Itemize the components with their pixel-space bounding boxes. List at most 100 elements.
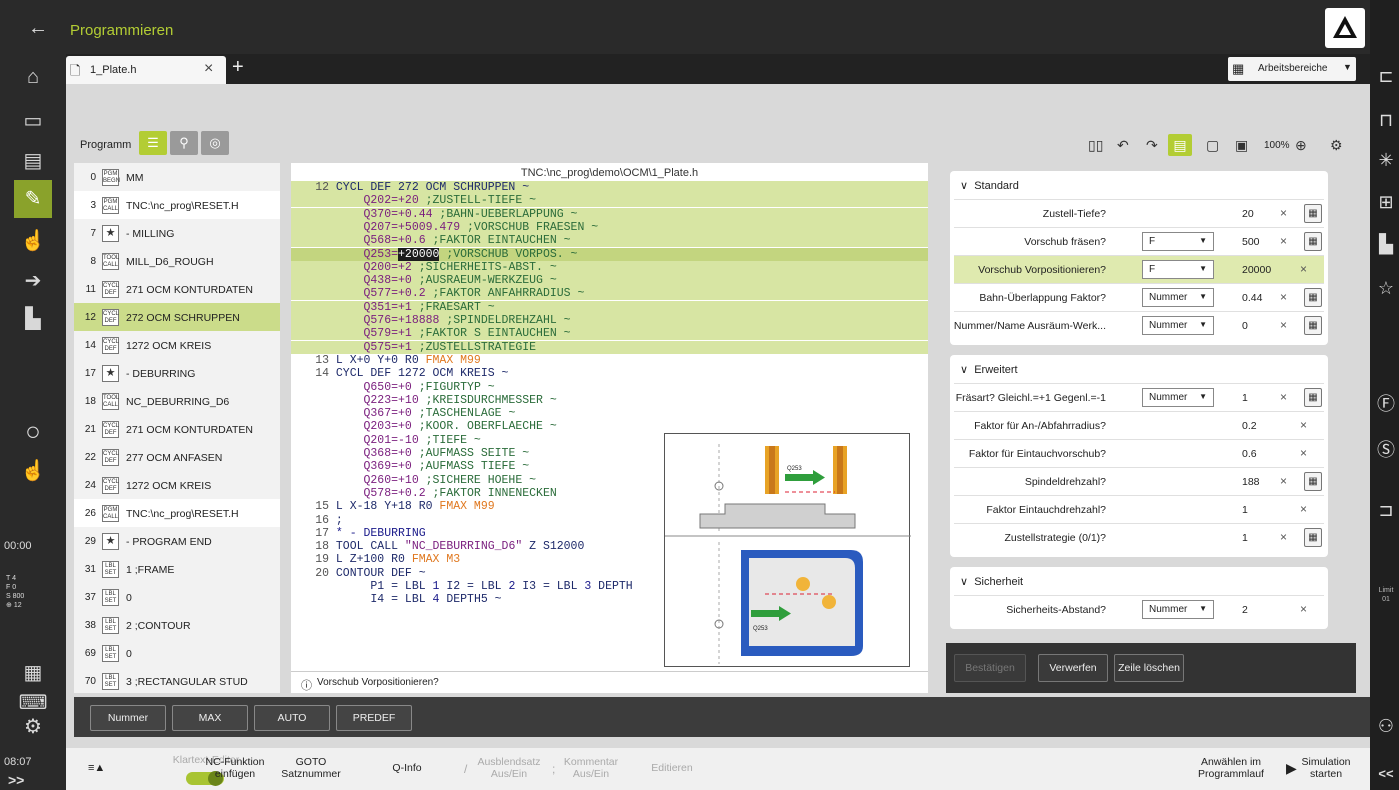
discard-button[interactable]: Verwerfen: [1038, 654, 1108, 682]
structure-item[interactable]: 14 CYCL DEF 1272 OCM KREIS: [74, 331, 280, 361]
field-value[interactable]: 0.6: [1242, 448, 1257, 460]
field-value[interactable]: 20: [1242, 208, 1254, 220]
unit-select[interactable]: Nummer ▼: [1142, 388, 1214, 407]
delete-line-button[interactable]: Zeile löschen: [1114, 654, 1184, 682]
code-line[interactable]: Q200=+2 ;SICHERHEITS-ABST. ~: [291, 260, 928, 274]
list-view-button[interactable]: ☰: [139, 131, 167, 155]
code-line[interactable]: Q650=+0 ;FIGURTYP ~: [291, 381, 928, 394]
save-icon[interactable]: ▢: [1206, 137, 1219, 154]
field-value[interactable]: 2: [1242, 604, 1248, 616]
code-line[interactable]: Q203=+0 ;KOOR. OBERFLAECHE ~: [291, 420, 928, 433]
plug-icon[interactable]: ⊏: [1374, 66, 1398, 87]
add-tab-icon[interactable]: +: [232, 56, 244, 79]
clear-icon[interactable]: ×: [1280, 290, 1287, 304]
compare-icon[interactable]: ▯▯: [1088, 137, 1103, 154]
calculator-icon[interactable]: ▦: [1304, 232, 1322, 251]
calculator-icon[interactable]: ▦: [1304, 204, 1322, 223]
field-value[interactable]: 0.2: [1242, 420, 1257, 432]
goto-button[interactable]: GOTO Satznummer: [276, 756, 346, 780]
unit-select[interactable]: Nummer ▼: [1142, 316, 1214, 335]
structure-item[interactable]: 21 CYCL DEF 271 OCM KONTURDATEN: [74, 415, 280, 445]
feed-override-icon[interactable]: Ⓕ: [1374, 390, 1398, 416]
settings-gear-icon[interactable]: ⚙: [18, 712, 48, 742]
workspaces-button[interactable]: ▦ Arbeitsbereiche ▼: [1228, 57, 1356, 81]
table-icon[interactable]: ▤: [18, 146, 48, 176]
structure-item[interactable]: 3 PGM CALL TNC:\nc_prog\RESET.H: [74, 191, 280, 221]
redo-icon[interactable]: ↷: [1146, 137, 1158, 154]
save-as-icon[interactable]: ▣: [1235, 137, 1248, 154]
form-row[interactable]: Faktor Eintauchdrehzahl? 1 ×: [954, 495, 1324, 523]
clear-icon[interactable]: ×: [1280, 530, 1287, 544]
field-value[interactable]: 1: [1242, 532, 1248, 544]
form-row[interactable]: Vorschub fräsen? F ▼ 500 × ▦: [954, 227, 1324, 255]
structure-item[interactable]: 31 LBL SET 1 ;FRAME: [74, 555, 280, 585]
structure-item[interactable]: 11 CYCL DEF 271 OCM KONTURDATEN: [74, 275, 280, 305]
structure-item[interactable]: 24 CYCL DEF 1272 OCM KREIS: [74, 471, 280, 501]
clear-icon[interactable]: ×: [1280, 474, 1287, 488]
user-icon[interactable]: ⚇: [1374, 716, 1398, 737]
code-line[interactable]: Q576=+18888 ;SPINDELDREHZAHL ~: [291, 314, 928, 327]
search-button[interactable]: ⚲: [170, 131, 198, 155]
clear-icon[interactable]: ×: [1280, 206, 1287, 220]
code-line[interactable]: Q370=+0.44 ;BAHN-UEBERLAPPUNG ~: [291, 207, 928, 221]
confirm-button[interactable]: Bestätigen: [954, 654, 1026, 682]
structure-item[interactable]: 22 CYCL DEF 277 OCM ANFASEN: [74, 443, 280, 473]
clear-icon[interactable]: ×: [1300, 602, 1307, 616]
manual-mode-icon[interactable]: ☝: [18, 226, 48, 256]
field-value[interactable]: 500: [1242, 236, 1260, 248]
nc-editor[interactable]: TNC:\nc_prog\demo\OCM\1_Plate.h 12 CYCL …: [291, 163, 928, 693]
structure-item[interactable]: 8 TOOL CALL MILL_D6_ROUGH: [74, 247, 280, 277]
code-line[interactable]: Q367=+0 ;TASCHENLAGE ~: [291, 407, 928, 420]
coolant-icon[interactable]: ✳: [1374, 150, 1398, 171]
clear-icon[interactable]: ×: [1280, 234, 1287, 248]
code-line[interactable]: Q438=+0 ;AUSRAEUM-WERKZEUG ~: [291, 274, 928, 288]
form-row[interactable]: Spindeldrehzahl? 188 × ▦: [954, 467, 1324, 495]
unit-select[interactable]: F ▼: [1142, 232, 1214, 251]
softkey-predef[interactable]: PREDEF: [336, 705, 412, 731]
softkey-nummer[interactable]: Nummer: [90, 705, 166, 731]
form-row[interactable]: Sicherheits-Abstand? Nummer ▼ 2 ×: [954, 595, 1324, 623]
pin-icon[interactable]: ⊓: [1374, 110, 1398, 131]
program-edit-icon[interactable]: ✎: [14, 180, 52, 218]
calculator-icon[interactable]: ▦: [1304, 472, 1322, 491]
form-row[interactable]: Nummer/Name Ausräum-Werk... Nummer ▼ 0 × ▦: [954, 311, 1324, 339]
code-line[interactable]: Q579=+1 ;FAKTOR S EINTAUCHEN ~: [291, 327, 928, 341]
spindle-override-icon[interactable]: Ⓢ: [1374, 436, 1398, 462]
start-simulation-button[interactable]: Simulation starten: [1296, 756, 1356, 780]
structure-item[interactable]: 18 TOOL CALL NC_DEBURRING_D6: [74, 387, 280, 417]
calculator-icon[interactable]: ▦: [1304, 316, 1322, 335]
code-line[interactable]: Q253=+20000 ;VORSCHUB VORPOS. ~: [291, 247, 928, 261]
section-header[interactable]: ∨ Erweitert: [960, 363, 1018, 376]
program-run-icon[interactable]: ➔: [18, 266, 48, 296]
home-icon[interactable]: ⌂: [18, 62, 48, 92]
code-line[interactable]: Q207=+5009.479 ;VORSCHUB FRAESEN ~: [291, 220, 928, 234]
form-row[interactable]: Faktor für An-/Abfahrradius? 0.2 ×: [954, 411, 1324, 439]
comment-button[interactable]: Kommentar Aus/Ein: [556, 756, 626, 780]
door-icon[interactable]: ⊞: [1374, 192, 1398, 213]
structure-item[interactable]: 26 PGM CALL TNC:\nc_prog\RESET.H: [74, 499, 280, 529]
menu-icon[interactable]: ≡▲: [88, 762, 105, 774]
q-info-button[interactable]: Q-Info: [382, 762, 432, 774]
skip-block-button[interactable]: Ausblendsatz Aus/Ein: [474, 756, 544, 780]
calculator-icon[interactable]: ▦: [1304, 388, 1322, 407]
structure-item[interactable]: 29 ★ - PROGRAM END: [74, 527, 280, 557]
select-in-run-button[interactable]: Anwählen im Programmlauf: [1196, 756, 1266, 780]
clamp-icon[interactable]: ▙: [1374, 234, 1398, 255]
code-line[interactable]: 13 L X+0 Y+0 R0 FMAX M99: [291, 354, 928, 367]
clear-icon[interactable]: ×: [1300, 262, 1307, 276]
calculator-icon[interactable]: ▦: [18, 658, 48, 688]
check-button[interactable]: ◎: [201, 131, 229, 155]
expand-left-icon[interactable]: >>: [8, 772, 24, 788]
structure-item[interactable]: 37 LBL SET 0: [74, 583, 280, 613]
structure-item[interactable]: 7 ★ - MILLING: [74, 219, 280, 249]
softkey-max[interactable]: MAX: [172, 705, 248, 731]
clear-icon[interactable]: ×: [1300, 418, 1307, 432]
field-value[interactable]: 20000: [1242, 264, 1271, 276]
code-line[interactable]: Q568=+0.6 ;FAKTOR EINTAUCHEN ~: [291, 234, 928, 248]
clear-icon[interactable]: ×: [1300, 502, 1307, 516]
tool-icon[interactable]: ⊐: [1374, 500, 1398, 521]
hand-icon[interactable]: ☝: [18, 456, 48, 486]
code-line[interactable]: Q202=+20 ;ZUSTELL-TIEFE ~: [291, 194, 928, 208]
edit-button[interactable]: Editieren: [642, 762, 702, 774]
form-row[interactable]: Zustellstrategie (0/1)? 1 × ▦: [954, 523, 1324, 551]
